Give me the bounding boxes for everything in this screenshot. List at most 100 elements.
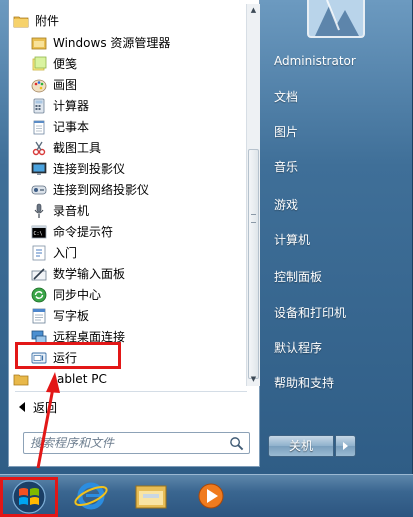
paint-icon [31,79,47,92]
folder-accessories[interactable]: 附件 [9,10,243,31]
search-icon[interactable] [229,436,244,451]
right-item-help-support-label: 帮助和支持 [274,375,335,390]
start-menu: 附件 Windows 资源管理器 便笺 画图 计算器 记事本 截图工具 连接到投… [0,0,413,474]
folder-tablet-pc[interactable]: ablet PC [9,368,243,388]
folder-icon [13,374,29,385]
svg-text:C:\: C:\ [34,231,43,237]
scroll-thumb[interactable] [248,149,259,379]
start-button[interactable] [4,478,54,516]
getting-started-icon [32,245,46,260]
remote-desktop-icon [31,330,47,343]
run-icon [31,352,47,363]
program-math-input-panel-label: 数学输入面板 [53,267,126,281]
windows-explorer-icon[interactable] [124,477,178,515]
shutdown-button[interactable]: 关机 [268,435,334,457]
program-connect-projector[interactable]: 连接到投影仪 [9,158,243,179]
user-account-link[interactable]: Administrator [274,51,404,71]
right-item-control-panel-label: 控制面板 [274,269,323,284]
program-wordpad-label: 写字板 [53,309,90,323]
folder-accessories-label: 附件 [35,14,60,28]
network-projector-icon [31,185,47,194]
search-input[interactable] [24,433,224,453]
program-notepad[interactable]: 记事本 [9,116,243,137]
right-item-documents-label: 文档 [274,89,299,104]
program-sticky-notes-label: 便笺 [53,57,78,71]
chevron-right-icon [343,442,348,450]
program-list-scrollbar[interactable]: ▲ ▼ [246,4,260,386]
right-item-computer-label: 计算机 [274,232,311,247]
program-snipping-tool[interactable]: 截图工具 [9,137,243,158]
explorer-folder-icon [31,37,47,49]
search-box[interactable] [23,432,250,454]
shutdown-control: 关机 [268,435,356,457]
program-calculator-label: 计算器 [53,99,90,113]
right-item-pictures-label: 图片 [274,124,299,139]
program-sound-recorder[interactable]: 录音机 [9,200,243,221]
projector-icon [31,162,47,175]
program-list: 附件 Windows 资源管理器 便笺 画图 计算器 记事本 截图工具 连接到投… [9,0,243,388]
program-remote-desktop-label: 远程桌面连接 [53,330,126,344]
programs-divider [15,391,247,392]
program-command-prompt-label: 命令提示符 [53,225,114,239]
program-sync-center-label: 同步中心 [53,288,102,302]
right-item-games-label: 游戏 [274,197,299,212]
program-snipping-tool-label: 截图工具 [53,141,102,155]
command-prompt-icon: C:\ [31,225,47,238]
program-connect-network-projector-label: 连接到网络投影仪 [53,183,150,197]
program-connect-projector-label: 连接到投影仪 [53,162,126,176]
right-item-music[interactable]: 音乐 [274,156,404,176]
program-calculator[interactable]: 计算器 [9,95,243,116]
scroll-down-icon[interactable]: ▼ [249,375,258,384]
user-account-label: Administrator [274,54,356,68]
notepad-icon [33,120,45,134]
math-input-icon [31,267,47,280]
program-wordpad[interactable]: 写字板 [9,305,243,326]
snipping-tool-icon [32,141,46,155]
right-item-computer[interactable]: 计算机 [274,229,404,249]
sticky-notes-icon [32,56,47,70]
right-item-default-programs-label: 默认程序 [274,340,323,355]
right-item-games[interactable]: 游戏 [274,194,404,214]
user-picture-icon [309,0,363,36]
user-picture[interactable] [307,0,365,38]
wordpad-icon [32,308,46,323]
program-getting-started[interactable]: 入门 [9,242,243,263]
program-run[interactable]: 运行 [9,347,243,368]
internet-explorer-icon[interactable] [64,477,118,515]
calculator-icon [33,98,45,113]
sync-center-icon [31,287,47,302]
program-run-label: 运行 [53,351,78,365]
right-item-devices-printers-label: 设备和打印机 [274,305,347,320]
program-sound-recorder-label: 录音机 [53,204,90,218]
program-remote-desktop[interactable]: 远程桌面连接 [9,326,243,347]
back-label: 返回 [33,400,58,415]
shutdown-options-button[interactable] [335,435,356,457]
program-windows-explorer[interactable]: Windows 资源管理器 [9,32,243,53]
right-item-music-label: 音乐 [274,159,299,174]
taskbar [0,474,413,517]
program-math-input-panel[interactable]: 数学输入面板 [9,263,243,284]
program-connect-network-projector[interactable]: 连接到网络投影仪 [9,179,243,200]
folder-open-icon [13,16,29,27]
right-item-documents[interactable]: 文档 [274,86,404,106]
right-item-default-programs[interactable]: 默认程序 [274,337,404,357]
program-paint[interactable]: 画图 [9,74,243,95]
microphone-icon [34,203,44,218]
program-paint-label: 画图 [53,78,78,92]
program-sticky-notes[interactable]: 便笺 [9,53,243,74]
back-button[interactable]: 返回 [9,396,243,418]
program-getting-started-label: 入门 [53,246,78,260]
program-notepad-label: 记事本 [53,120,90,134]
program-windows-explorer-label: Windows 资源管理器 [53,36,171,50]
scroll-up-icon[interactable]: ▲ [249,6,258,15]
right-item-control-panel[interactable]: 控制面板 [274,266,404,286]
back-arrow-icon [19,402,25,412]
right-item-help-support[interactable]: 帮助和支持 [274,372,404,392]
programs-pane: 附件 Windows 资源管理器 便笺 画图 计算器 记事本 截图工具 连接到投… [8,0,260,467]
program-sync-center[interactable]: 同步中心 [9,284,243,305]
right-item-devices-printers[interactable]: 设备和打印机 [274,302,404,322]
media-player-icon[interactable] [184,477,238,515]
program-command-prompt[interactable]: C:\ 命令提示符 [9,221,243,242]
right-item-pictures[interactable]: 图片 [274,121,404,141]
folder-tablet-pc-label: ablet PC [57,371,107,386]
